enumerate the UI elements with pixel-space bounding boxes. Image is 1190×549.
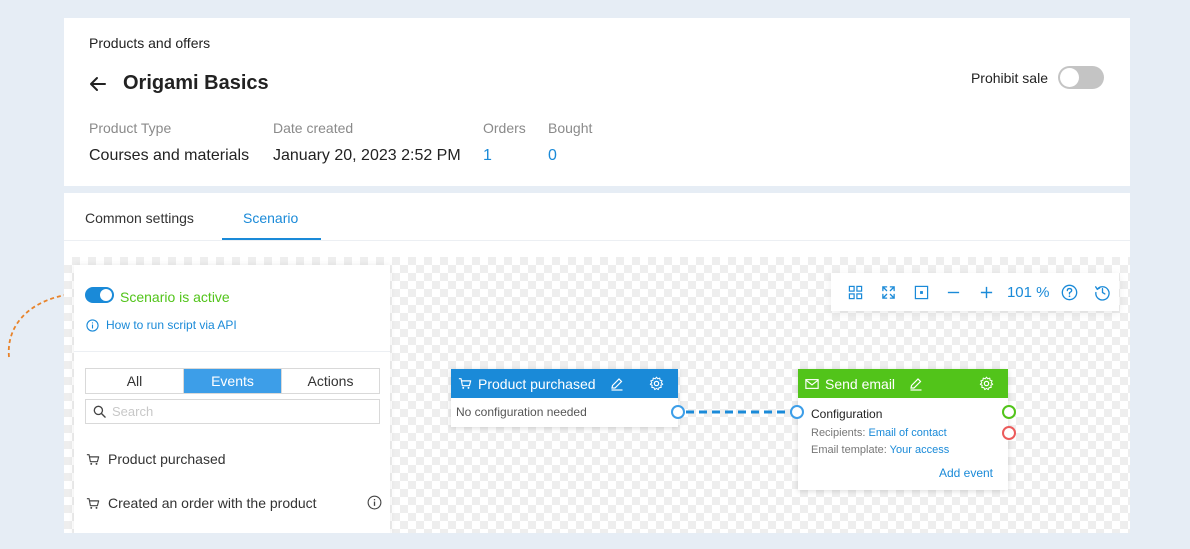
success-output-port[interactable] (1002, 405, 1016, 419)
input-port[interactable] (790, 405, 804, 419)
product-type-label: Product Type (89, 120, 172, 136)
output-port[interactable] (671, 405, 685, 419)
product-header-card: Products and offers Origami Basics Prohi… (64, 18, 1130, 186)
node-product-purchased[interactable]: Product purchased No configuration neede… (451, 369, 685, 427)
scenario-card: Common settings Scenario Scenario is act… (64, 193, 1130, 533)
tab-scenario[interactable]: Scenario (243, 210, 298, 226)
page-title: Origami Basics (123, 72, 269, 94)
node-header: Send email (798, 369, 1008, 398)
node-config: Configuration Recipients: Email of conta… (798, 398, 1008, 480)
bought-label: Bought (548, 120, 593, 136)
active-tab-indicator (222, 238, 321, 240)
meta-bought: Bought 0 (548, 120, 592, 165)
config-title: Configuration (811, 407, 883, 421)
bought-count-link[interactable]: 0 (548, 147, 592, 165)
back-arrow-icon[interactable] (88, 74, 108, 94)
date-created-label: Date created (273, 120, 354, 136)
recipients-row: Recipients: Email of contact (811, 427, 995, 439)
add-event-link[interactable]: Add event (811, 466, 995, 480)
meta-product-type: Product Type Courses and materials (89, 120, 249, 165)
recipients-value-link[interactable]: Email of contact (868, 427, 946, 439)
breadcrumb[interactable]: Products and offers (89, 35, 210, 51)
scenario-canvas[interactable]: Scenario is active How to run script via… (64, 257, 1130, 533)
prohibit-sale-toggle[interactable] (1058, 66, 1104, 89)
gear-icon[interactable] (649, 376, 664, 391)
cart-icon (458, 378, 472, 389)
prohibit-sale-label: Prohibit sale (970, 69, 1048, 86)
node-title: Product purchased (478, 375, 596, 392)
template-label: Email template: (811, 444, 887, 456)
edit-icon[interactable] (909, 377, 923, 391)
node-header: Product purchased (451, 369, 678, 398)
product-type-value: Courses and materials (89, 147, 250, 164)
failure-output-port[interactable] (1002, 426, 1016, 440)
orders-label: Orders (483, 120, 526, 136)
recipients-label: Recipients: (811, 427, 866, 439)
prohibit-sale-control: Prohibit sale (971, 66, 1104, 89)
gear-icon[interactable] (979, 376, 994, 391)
tab-bar: Common settings Scenario (64, 193, 1130, 241)
date-created-value: January 20, 2023 2:52 PM (273, 147, 461, 164)
template-row: Email template: Your access (811, 444, 995, 456)
orders-count-link[interactable]: 1 (483, 147, 526, 165)
meta-date-created: Date created January 20, 2023 2:52 PM (273, 120, 461, 165)
edit-icon[interactable] (610, 377, 624, 391)
node-body-text: No configuration needed (456, 405, 587, 419)
node-send-email[interactable]: Send email Configuration Recipients: Ema… (790, 369, 1016, 490)
template-value-link[interactable]: Your access (890, 444, 950, 456)
node-title: Send email (825, 375, 896, 392)
tab-common-settings[interactable]: Common settings (85, 210, 194, 226)
mail-icon (805, 378, 819, 389)
meta-orders: Orders 1 (483, 120, 526, 165)
